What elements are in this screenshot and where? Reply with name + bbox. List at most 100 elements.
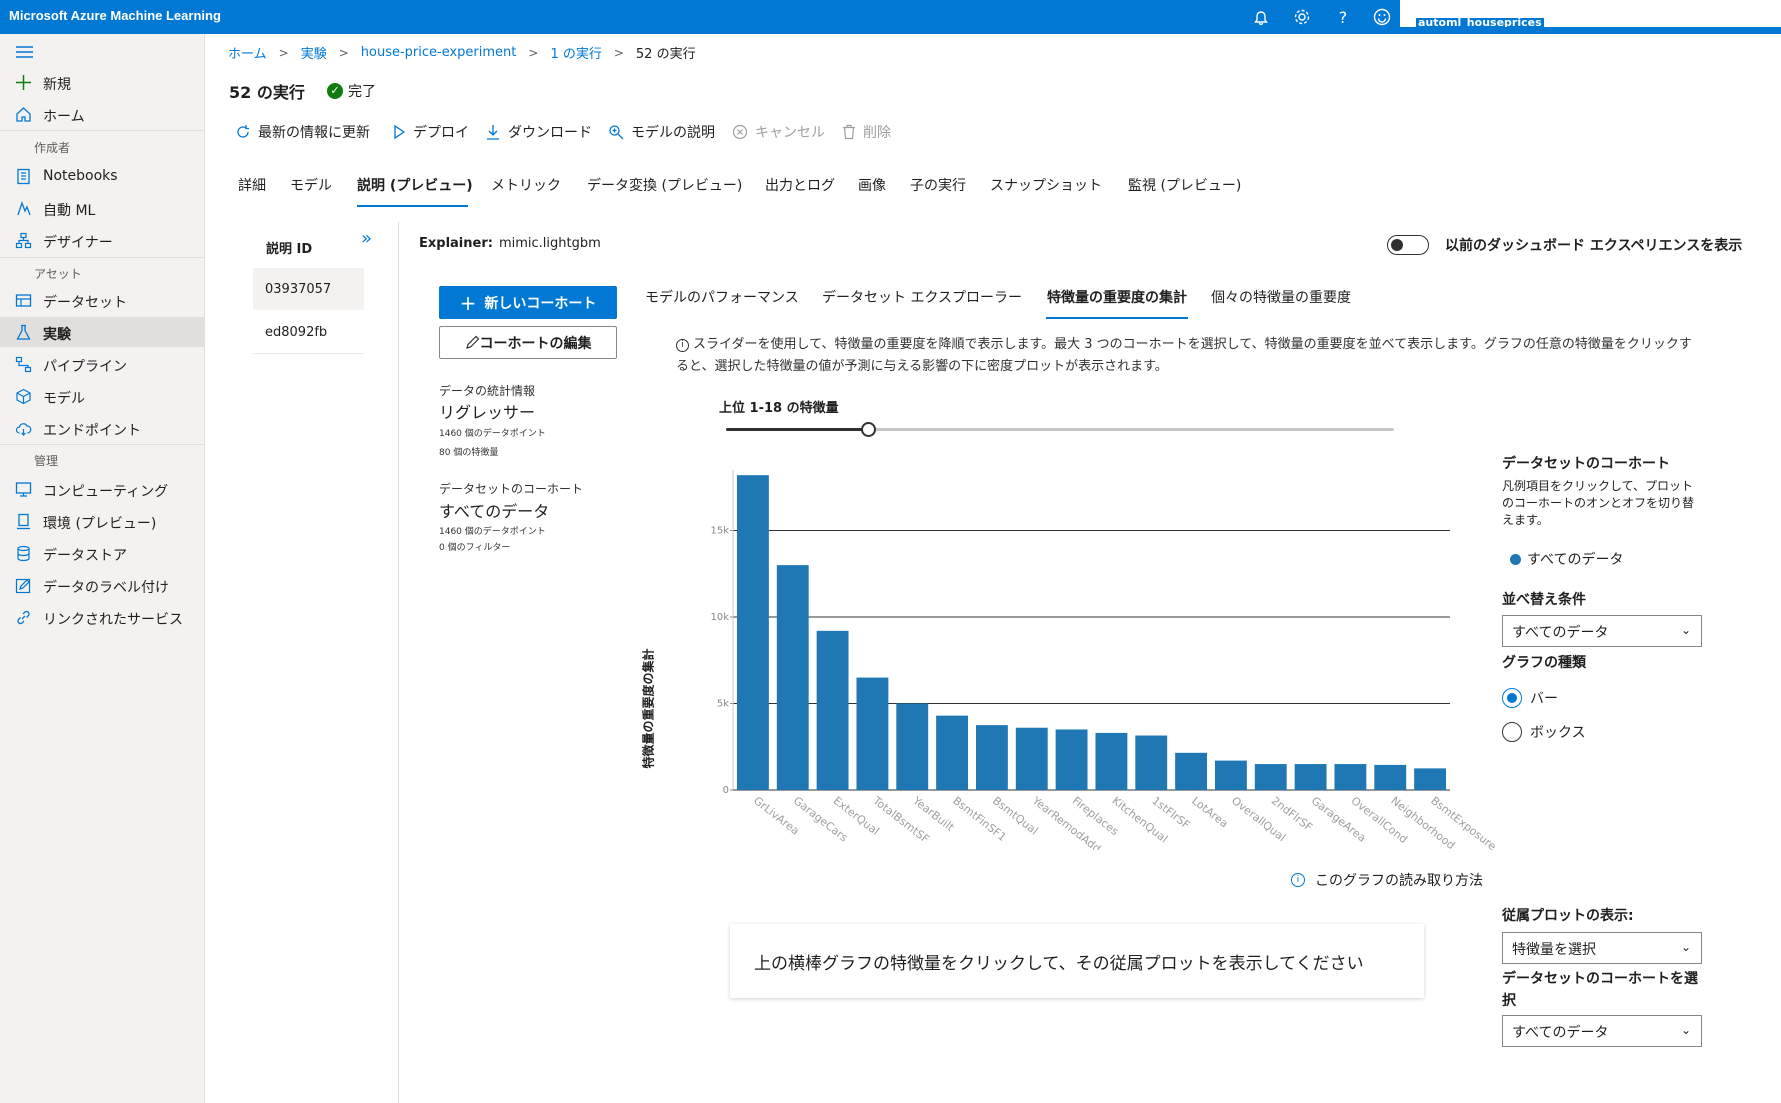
- data-stats-label: データの統計情報: [439, 384, 536, 398]
- subtab-model-performance[interactable]: モデルのパフォーマンス: [645, 287, 799, 307]
- feature-select-dropdown[interactable]: 特徴量を選択 ⌄: [1502, 932, 1702, 964]
- gear-icon[interactable]: [1292, 7, 1312, 27]
- app-title[interactable]: Microsoft Azure Machine Learning: [9, 8, 221, 23]
- bar-GarageCars[interactable]: [776, 565, 809, 790]
- bar-ExterQual[interactable]: [816, 630, 849, 790]
- tab-details[interactable]: 詳細: [238, 175, 266, 195]
- sidebar-item-models[interactable]: モデル: [0, 381, 204, 411]
- sidebar-item-label: モデル: [43, 391, 85, 407]
- help-icon[interactable]: ?: [1333, 7, 1353, 27]
- home-icon: [16, 107, 31, 122]
- download-label: ダウンロード: [508, 125, 592, 141]
- sidebar-item-label: コンピューティング: [43, 484, 169, 500]
- delete-button[interactable]: 削除: [842, 122, 891, 142]
- bar-TotalBsmtSF[interactable]: [856, 677, 889, 790]
- chart-type-label: グラフの種類: [1502, 655, 1586, 671]
- bar-BsmtFinSF1[interactable]: [936, 715, 969, 790]
- sort-by-dropdown[interactable]: すべてのデータ ⌄: [1502, 615, 1702, 647]
- bell-icon[interactable]: [1251, 7, 1271, 27]
- explanation-id-row[interactable]: ed8092fb: [253, 311, 364, 353]
- dependence-plot-placeholder: 上の横棒グラフの特徴量をクリックして、その従属プロットを表示してください: [730, 924, 1424, 998]
- radio-circle: [1502, 688, 1522, 708]
- refresh-button[interactable]: 最新の情報に更新: [235, 122, 370, 142]
- bar-OverallQual[interactable]: [1214, 760, 1247, 790]
- how-to-read-chart-link[interactable]: i このグラフの読み取り方法: [1291, 870, 1483, 890]
- bar-GrLivArea[interactable]: [736, 475, 769, 790]
- bar-GarageArea[interactable]: [1294, 764, 1327, 790]
- explainer-info: Explainer: mimic.lightgbm: [419, 236, 601, 251]
- tab-outputs-logs[interactable]: 出力とログ: [765, 175, 835, 195]
- sidebar-item-environments[interactable]: 環境 (プレビュー): [0, 506, 204, 536]
- chevron-down-icon: ⌄: [1680, 623, 1691, 637]
- bar-Fireplaces[interactable]: [1055, 729, 1088, 790]
- sidebar-item-datastores[interactable]: データストア: [0, 538, 204, 568]
- sidebar-item-compute[interactable]: コンピューティング: [0, 474, 204, 504]
- double-chevron-right-icon[interactable]: »: [361, 228, 372, 249]
- hamburger-menu-icon[interactable]: [16, 45, 33, 59]
- sidebar-item-endpoints[interactable]: エンドポイント: [0, 413, 204, 443]
- legacy-dashboard-toggle[interactable]: 以前のダッシュボード エクスペリエンスを表示: [1387, 235, 1742, 255]
- sidebar-item-designer[interactable]: デザイナー: [0, 225, 204, 255]
- bar-Neighborhood[interactable]: [1374, 764, 1407, 790]
- tab-snapshot[interactable]: スナップショット: [990, 175, 1102, 195]
- bar-YearBuilt[interactable]: [896, 703, 929, 790]
- deploy-button[interactable]: デプロイ: [392, 122, 469, 142]
- sidebar-item-datasets[interactable]: データセット: [0, 285, 204, 315]
- edit-cohort-button[interactable]: コーホートの編集: [439, 326, 617, 359]
- sidebar-item-linked-services[interactable]: リンクされたサービス: [0, 602, 204, 632]
- tab-child-runs[interactable]: 子の実行: [910, 175, 966, 195]
- sidebar-item-automl[interactable]: 自動 ML: [0, 193, 204, 223]
- sidebar-item-pipelines[interactable]: パイプライン: [0, 349, 204, 379]
- legend-item-all-data[interactable]: すべてのデータ: [1510, 549, 1623, 569]
- explain-model-button[interactable]: モデルの説明: [608, 122, 715, 142]
- sidebar-item-label: データストア: [43, 548, 127, 564]
- dependence-cohort-value: すべてのデータ: [1512, 1025, 1609, 1041]
- sidebar-item-labeling[interactable]: データのラベル付け: [0, 570, 204, 600]
- breadcrumb-home[interactable]: ホーム: [228, 43, 267, 62]
- tab-models[interactable]: モデル: [290, 175, 332, 195]
- subtab-individual-importance[interactable]: 個々の特徴量の重要度: [1211, 287, 1351, 307]
- breadcrumb-experiments[interactable]: 実験: [301, 43, 327, 62]
- account-area[interactable]: automl_houseprices: [1400, 0, 1781, 27]
- slider-thumb[interactable]: [861, 422, 877, 437]
- bar-YearRemodAdd[interactable]: [1015, 727, 1048, 790]
- chart-type-bar-radio[interactable]: バー: [1502, 688, 1558, 708]
- tab-monitoring[interactable]: 監視 (プレビュー): [1128, 175, 1241, 195]
- download-button[interactable]: ダウンロード: [485, 122, 592, 142]
- tab-explanations[interactable]: 説明 (プレビュー): [357, 175, 473, 195]
- new-cohort-button[interactable]: + 新しいコーホート: [439, 286, 617, 319]
- breadcrumb-parent-run[interactable]: 1 の実行: [550, 43, 601, 62]
- bar-1stFlrSF[interactable]: [1135, 735, 1168, 790]
- pencil-icon: [465, 335, 479, 349]
- sidebar-item-new[interactable]: 新規: [0, 67, 204, 97]
- toggle-switch[interactable]: [1387, 235, 1429, 255]
- chart-type-box-radio[interactable]: ボックス: [1502, 722, 1586, 742]
- dependence-cohort-dropdown[interactable]: すべてのデータ ⌄: [1502, 1015, 1702, 1047]
- sidebar-item-notebooks[interactable]: Notebooks: [0, 161, 204, 191]
- explanation-id-row[interactable]: 03937057: [253, 268, 364, 310]
- breadcrumb-experiment[interactable]: house-price-experiment: [361, 45, 517, 60]
- bar-KitchenQual[interactable]: [1095, 732, 1128, 790]
- edit-box-icon: [15, 578, 31, 594]
- tab-images[interactable]: 画像: [858, 175, 886, 195]
- subtab-dataset-explorer[interactable]: データセット エクスプローラー: [822, 287, 1022, 307]
- y-tick-label: 10k: [710, 612, 729, 623]
- tab-metrics[interactable]: メトリック: [491, 175, 561, 195]
- tab-data-transformation[interactable]: データ変換 (プレビュー): [587, 175, 742, 195]
- y-tick-label: 15k: [710, 526, 729, 537]
- bar-BsmtExposure[interactable]: [1414, 768, 1447, 790]
- sidebar-item-label: リンクされたサービス: [43, 612, 183, 628]
- sidebar-item-home[interactable]: ホーム: [0, 99, 204, 129]
- smiley-icon[interactable]: [1372, 7, 1392, 27]
- bar-BsmtQual[interactable]: [975, 725, 1008, 790]
- cancel-button[interactable]: キャンセル: [732, 122, 825, 142]
- plus-icon: [16, 75, 31, 90]
- sort-by-value: すべてのデータ: [1512, 625, 1609, 641]
- top-bar: Microsoft Azure Machine Learning ? autom…: [0, 0, 1781, 34]
- bar-OverallCond[interactable]: [1334, 764, 1367, 790]
- bar-LotArea[interactable]: [1175, 752, 1208, 790]
- subtab-aggregate-importance[interactable]: 特徴量の重要度の集計: [1047, 287, 1187, 307]
- chevron-down-icon: ⌄: [1680, 940, 1691, 954]
- sidebar-item-experiments[interactable]: 実験: [0, 317, 204, 347]
- bar-2ndFlrSF[interactable]: [1254, 764, 1287, 790]
